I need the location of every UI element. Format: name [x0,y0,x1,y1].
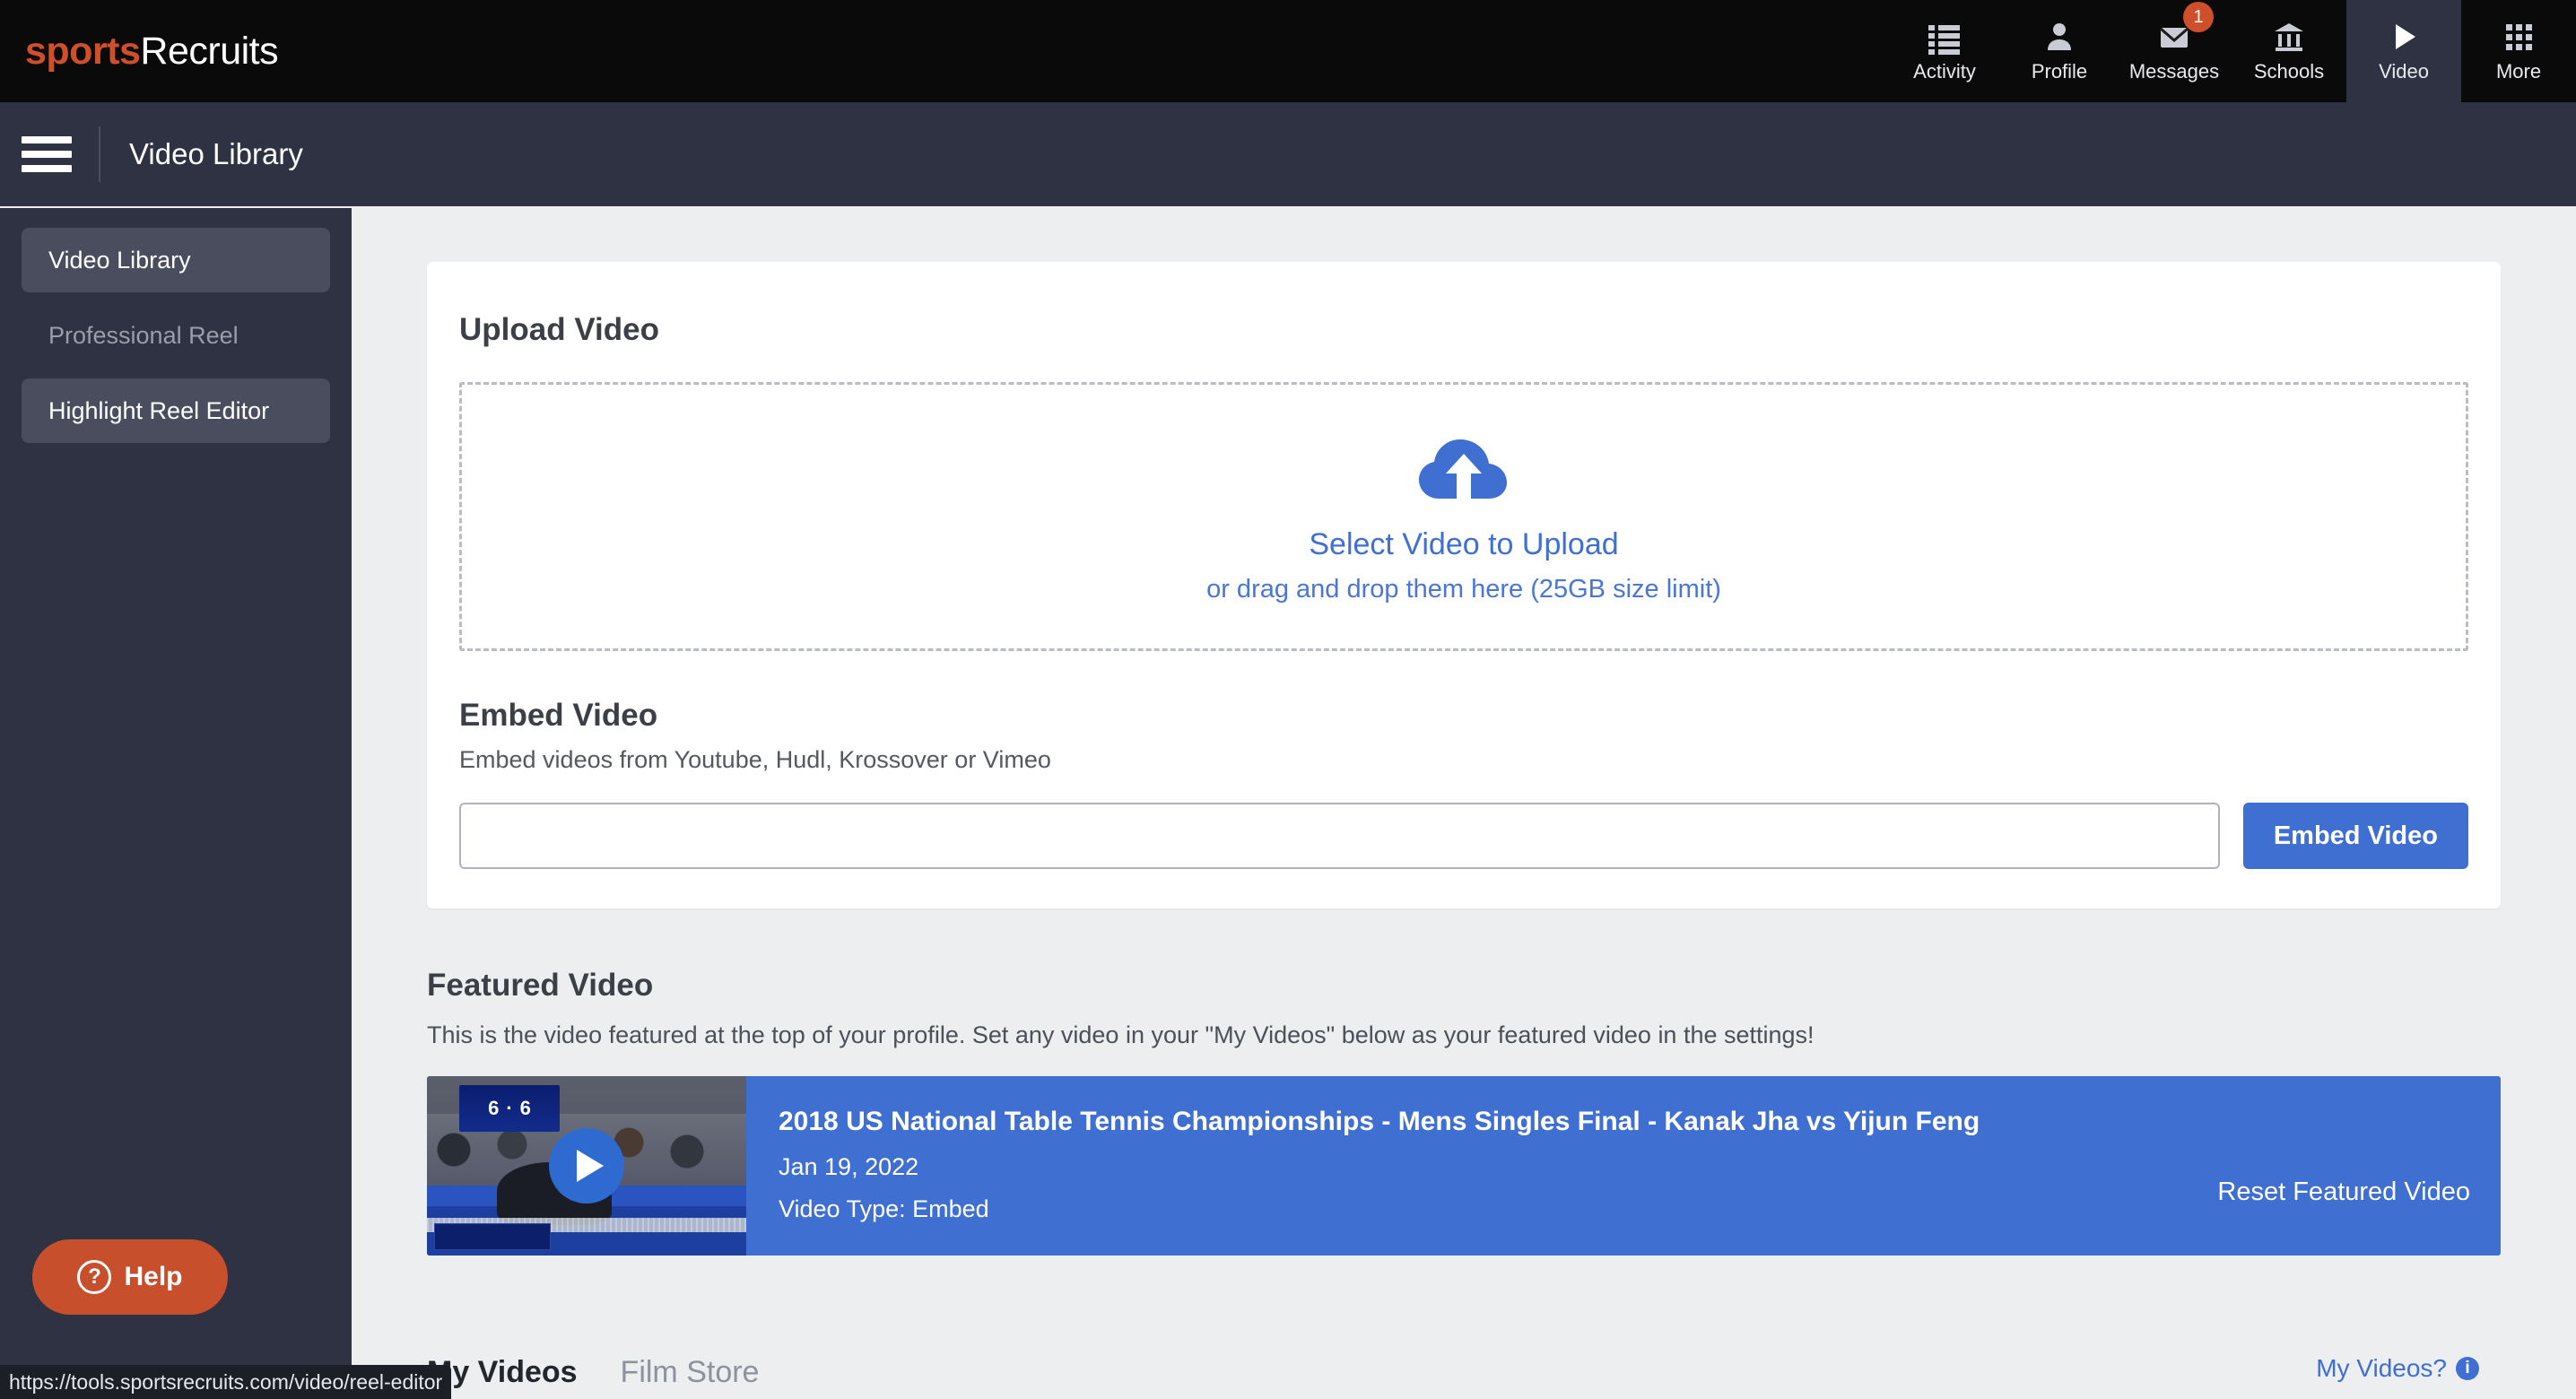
upload-embed-card: Upload Video Select Video to Upload or d… [427,262,2501,908]
upload-dropzone[interactable]: Select Video to Upload or drag and drop … [459,382,2468,651]
sub-header-bar: Video Library [0,102,2576,206]
score-dot: · [506,1097,513,1119]
featured-video-type: Video Type: Embed [779,1195,989,1222]
embed-video-button[interactable]: Embed Video [2242,803,2468,869]
drag-drop-hint: or drag and drop them here (25GB size li… [1206,575,1721,604]
sidebar-item-video-library[interactable]: Video Library [22,228,330,292]
sidebar-label-professional-reel: Professional Reel [48,321,239,349]
app-root: sports Recruits Activity Profile 1 Messa… [0,0,2576,1399]
header-divider [99,126,100,182]
page-title: Video Library [129,137,303,170]
bottom-tabs: My Videos Film Store [427,1355,759,1390]
messages-badge: 1 [2183,2,2214,32]
nav-item-more[interactable]: More [2461,0,2576,102]
top-nav-items: Activity Profile 1 Messages Schools Vide… [1887,0,2576,102]
score-left: 6 [488,1097,500,1119]
featured-video-description: This is the video featured at the top of… [427,1021,1815,1048]
list-icon [1927,19,1962,55]
logo-recruits-text: Recruits [140,29,279,73]
logo-sports-text: sports [25,29,141,73]
bank-icon [2271,19,2307,55]
play-icon [2386,19,2422,55]
sidebar: Video Library Professional Reel Highligh… [0,208,352,1399]
nav-label-more: More [2495,60,2542,83]
embed-video-heading: Embed Video [459,698,658,733]
featured-video-heading: Featured Video [427,968,654,1003]
sidebar-label-highlight-reel-editor: Highlight Reel Editor [48,396,270,424]
embed-url-input[interactable] [459,803,2220,869]
sidebar-item-highlight-reel-editor[interactable]: Highlight Reel Editor [22,378,330,443]
reset-featured-video-link[interactable]: Reset Featured Video [2217,1177,2470,1207]
thumbnail-ticker [434,1223,551,1250]
sidebar-item-professional-reel[interactable]: Professional Reel [22,303,330,368]
help-widget-button[interactable]: ? Help [32,1239,228,1315]
nav-label-messages: Messages [2128,60,2220,83]
nav-item-profile[interactable]: Profile [2002,0,2117,102]
my-videos-help-link[interactable]: My Videos? i [2316,1354,2479,1383]
top-navigation-bar: sports Recruits Activity Profile 1 Messa… [0,0,2576,102]
main-content: Upload Video Select Video to Upload or d… [352,208,2576,1399]
embed-video-subtext: Embed videos from Youtube, Hudl, Krossov… [459,746,1051,773]
embed-video-row: Embed Video [459,803,2468,869]
nav-label-profile: Profile [2031,60,2088,83]
featured-video-title: 2018 US National Table Tennis Championsh… [779,1107,1980,1136]
featured-video-thumbnail[interactable]: 6 · 6 [427,1076,746,1256]
person-icon [2041,19,2077,55]
featured-video-card: 6 · 6 2018 US National Table Tennis Cham… [427,1076,2501,1256]
nav-label-schools: Schools [2253,60,2325,83]
nav-item-video[interactable]: Video [2346,0,2461,102]
nav-label-activity: Activity [1913,60,1976,83]
play-button-icon[interactable] [549,1128,624,1203]
grid-icon [2501,19,2537,55]
tab-film-store[interactable]: Film Store [621,1355,760,1390]
info-icon: i [2456,1357,2479,1380]
my-videos-help-label: My Videos? [2316,1354,2447,1382]
thumbnail-scoreboard: 6 · 6 [459,1085,560,1132]
featured-video-date: Jan 19, 2022 [779,1153,919,1180]
logo[interactable]: sports Recruits [0,0,279,102]
question-icon: ? [77,1260,112,1294]
featured-video-info: 2018 US National Table Tennis Championsh… [746,1076,2501,1256]
sidebar-label-video-library: Video Library [48,246,191,274]
nav-item-messages[interactable]: 1 Messages [2117,0,2232,102]
upload-video-heading: Upload Video [459,312,659,347]
nav-label-video: Video [2379,60,2429,83]
score-right: 6 [519,1097,531,1119]
nav-item-activity[interactable]: Activity [1887,0,2002,102]
browser-status-bar: https://tools.sportsrecruits.com/video/r… [0,1365,452,1399]
help-widget-label: Help [124,1262,183,1291]
select-video-to-upload-label: Select Video to Upload [1309,527,1619,561]
cloud-upload-icon [1410,429,1518,506]
nav-item-schools[interactable]: Schools [2232,0,2346,102]
hamburger-icon[interactable] [22,136,72,172]
